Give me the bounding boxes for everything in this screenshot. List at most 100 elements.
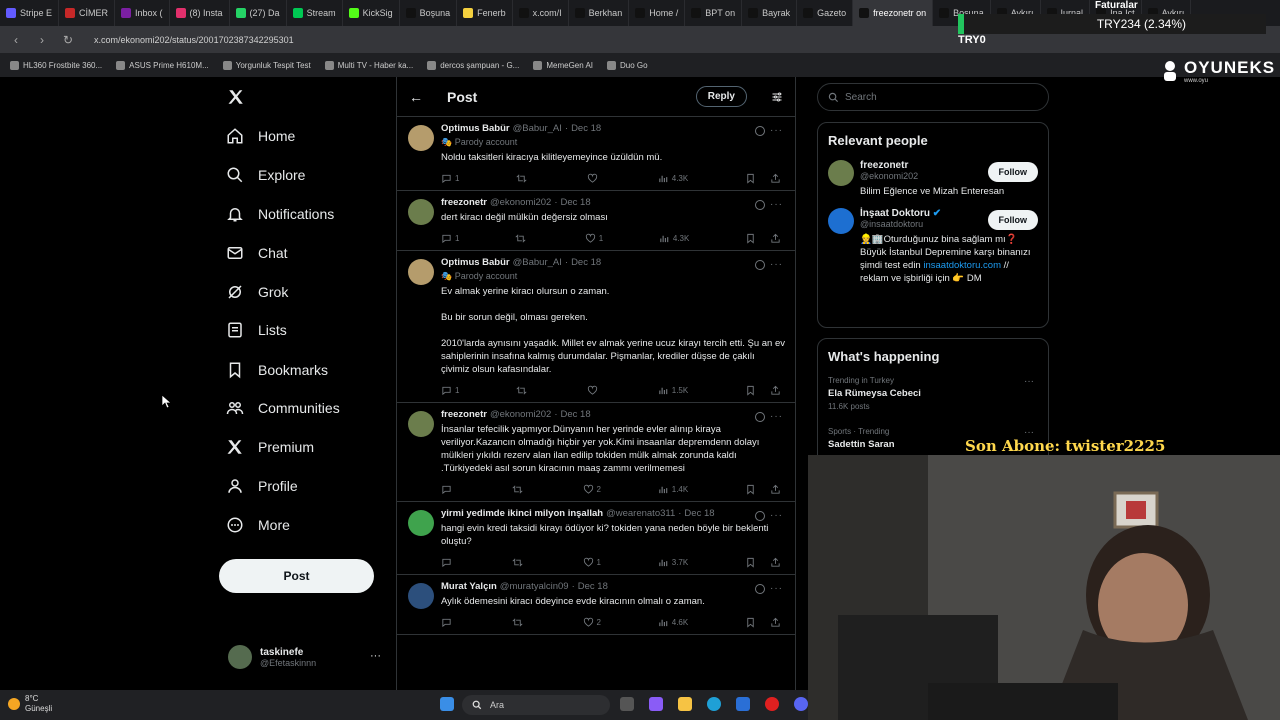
avatar[interactable] bbox=[408, 583, 434, 609]
account-switcher[interactable]: taskinefe @Efetaskinnn bbox=[228, 645, 316, 669]
tweet[interactable]: ··· yirmi yedimde ikinci milyon inşallah… bbox=[397, 502, 795, 575]
url-field[interactable]: x.com/ekonomi202/status/2001702387342295… bbox=[94, 35, 294, 45]
bookmark-icon[interactable] bbox=[745, 385, 756, 396]
bookmark-item[interactable]: Yorgunluk Tespit Test bbox=[222, 60, 311, 70]
bookmark-item[interactable]: MemeGen AI bbox=[533, 60, 593, 70]
tweet-more-icon[interactable]: ··· bbox=[770, 199, 783, 210]
tweet-author-name[interactable]: Optimus Babür bbox=[441, 123, 510, 134]
reply-action[interactable] bbox=[441, 484, 455, 495]
taskbar-search[interactable]: Ara bbox=[462, 695, 610, 715]
trend-item[interactable]: Trending in Turkey Ela Rümeysa Cebeci 11… bbox=[828, 376, 1038, 411]
bookmark-item[interactable]: Multi TV - Haber ka... bbox=[324, 60, 413, 70]
bookmark-item[interactable]: Duo Go bbox=[607, 60, 648, 70]
tweet[interactable]: ··· freezonetr @ekonomi202 · Dec 18 İnsa… bbox=[397, 403, 795, 502]
avatar[interactable] bbox=[408, 199, 434, 225]
tweet-date[interactable]: Dec 18 bbox=[561, 197, 591, 208]
avatar[interactable] bbox=[408, 510, 434, 536]
grok-explain-icon[interactable] bbox=[755, 412, 765, 422]
retweet-action[interactable] bbox=[516, 385, 530, 396]
reload-icon[interactable]: ↻ bbox=[60, 33, 76, 47]
tweet-author-name[interactable]: freezonetr bbox=[441, 409, 487, 420]
tweet-author-name[interactable]: freezonetr bbox=[441, 197, 487, 208]
tweet-author-handle[interactable]: @Babur_AI bbox=[513, 257, 562, 268]
bookmark-icon[interactable] bbox=[745, 484, 756, 495]
edge-icon[interactable] bbox=[707, 697, 721, 711]
retweet-action[interactable] bbox=[516, 173, 530, 184]
tweet-author-name[interactable]: Murat Yalçın bbox=[441, 581, 497, 592]
tweet-more-icon[interactable]: ··· bbox=[770, 411, 783, 422]
bookmark-icon[interactable] bbox=[745, 617, 756, 628]
trend-more-icon[interactable]: ··· bbox=[1024, 376, 1034, 387]
tweet-date[interactable]: Dec 18 bbox=[684, 508, 714, 519]
share-icon[interactable] bbox=[770, 484, 781, 495]
browser-tab[interactable]: Boşuna bbox=[400, 0, 458, 26]
avatar[interactable] bbox=[408, 259, 434, 285]
like-action[interactable]: 2 bbox=[583, 617, 601, 628]
sidebar-item-grok[interactable]: Grok bbox=[226, 283, 288, 301]
reply-action[interactable] bbox=[441, 557, 455, 568]
back-arrow-icon[interactable]: ← bbox=[409, 89, 423, 105]
search-input[interactable]: Search bbox=[817, 83, 1049, 111]
bookmark-item[interactable]: ASUS Prime H610M... bbox=[116, 60, 209, 70]
sidebar-item-profile[interactable]: Profile bbox=[226, 477, 298, 495]
grok-explain-icon[interactable] bbox=[755, 200, 765, 210]
tweet-more-icon[interactable]: ··· bbox=[770, 125, 783, 136]
filter-settings-icon[interactable] bbox=[771, 91, 783, 103]
avatar[interactable] bbox=[828, 208, 854, 234]
tweet[interactable]: ··· Optimus Babür @Babur_AI · Dec 18 🎭 P… bbox=[397, 251, 795, 403]
tweet[interactable]: ··· Optimus Babür @Babur_AI · Dec 18 🎭 P… bbox=[397, 117, 795, 191]
views-action[interactable]: 1.5K bbox=[658, 385, 688, 396]
account-more-icon[interactable]: ··· bbox=[370, 650, 381, 662]
grok-explain-icon[interactable] bbox=[755, 511, 765, 521]
like-action[interactable]: 1 bbox=[585, 233, 603, 244]
retweet-action[interactable] bbox=[512, 557, 526, 568]
browser-tab[interactable]: freezonetr on bbox=[853, 0, 934, 26]
tweet-date[interactable]: Dec 18 bbox=[578, 581, 608, 592]
browser-tab[interactable]: x.com/I bbox=[513, 0, 569, 26]
browser-tab[interactable]: Home / bbox=[629, 0, 686, 26]
avatar[interactable] bbox=[828, 160, 854, 186]
tweet-author-handle[interactable]: @Babur_AI bbox=[513, 123, 562, 134]
sidebar-item-lists[interactable]: Lists bbox=[226, 321, 287, 339]
like-action[interactable] bbox=[587, 173, 601, 184]
tweet-more-icon[interactable]: ··· bbox=[770, 259, 783, 270]
weather-widget[interactable]: 8°C Güneşli bbox=[8, 694, 52, 714]
sidebar-item-more[interactable]: More bbox=[226, 516, 290, 534]
sidebar-item-communities[interactable]: Communities bbox=[226, 399, 340, 417]
browser-tab[interactable]: Stripe E bbox=[0, 0, 60, 26]
browser-tab[interactable]: Gazeto bbox=[797, 0, 854, 26]
browser-tab[interactable]: (27) Da bbox=[230, 0, 287, 26]
tweet-author-handle[interactable]: @ekonomi202 bbox=[490, 409, 551, 420]
back-icon[interactable]: ‹ bbox=[8, 33, 24, 47]
avatar[interactable] bbox=[408, 411, 434, 437]
share-icon[interactable] bbox=[770, 557, 781, 568]
share-icon[interactable] bbox=[770, 233, 781, 244]
sidebar-item-explore[interactable]: Explore bbox=[226, 166, 305, 184]
reply-action[interactable] bbox=[441, 617, 455, 628]
tweet-author-handle[interactable]: @ekonomi202 bbox=[490, 197, 551, 208]
bookmark-icon[interactable] bbox=[745, 557, 756, 568]
reply-action[interactable]: 1 bbox=[441, 385, 459, 396]
bookmark-icon[interactable] bbox=[745, 233, 756, 244]
retweet-action[interactable] bbox=[515, 233, 529, 244]
sidebar-item-premium[interactable]: Premium bbox=[226, 438, 314, 456]
like-action[interactable]: 2 bbox=[583, 484, 601, 495]
tweet-date[interactable]: Dec 18 bbox=[571, 123, 601, 134]
browser-tab[interactable]: (8) Insta bbox=[170, 0, 230, 26]
file-explorer-icon[interactable] bbox=[678, 697, 692, 711]
sidebar-item-bookmarks[interactable]: Bookmarks bbox=[226, 361, 328, 379]
grok-explain-icon[interactable] bbox=[755, 260, 765, 270]
retweet-action[interactable] bbox=[512, 484, 526, 495]
bookmark-icon[interactable] bbox=[745, 173, 756, 184]
bookmark-item[interactable]: dercos şampuan - G... bbox=[427, 60, 519, 70]
tweet-author-handle[interactable]: @muratyalcin09 bbox=[500, 581, 569, 592]
views-action[interactable]: 1.4K bbox=[658, 484, 688, 495]
discord-icon[interactable] bbox=[794, 697, 808, 711]
grok-explain-icon[interactable] bbox=[755, 584, 765, 594]
tweet-more-icon[interactable]: ··· bbox=[770, 583, 783, 594]
browser-tab[interactable]: BPT on bbox=[685, 0, 743, 26]
tweet-author-name[interactable]: Optimus Babür bbox=[441, 257, 510, 268]
sidebar-item-notifications[interactable]: Notifications bbox=[226, 205, 334, 223]
reply-button[interactable]: Reply bbox=[695, 86, 747, 107]
like-action[interactable] bbox=[587, 385, 601, 396]
